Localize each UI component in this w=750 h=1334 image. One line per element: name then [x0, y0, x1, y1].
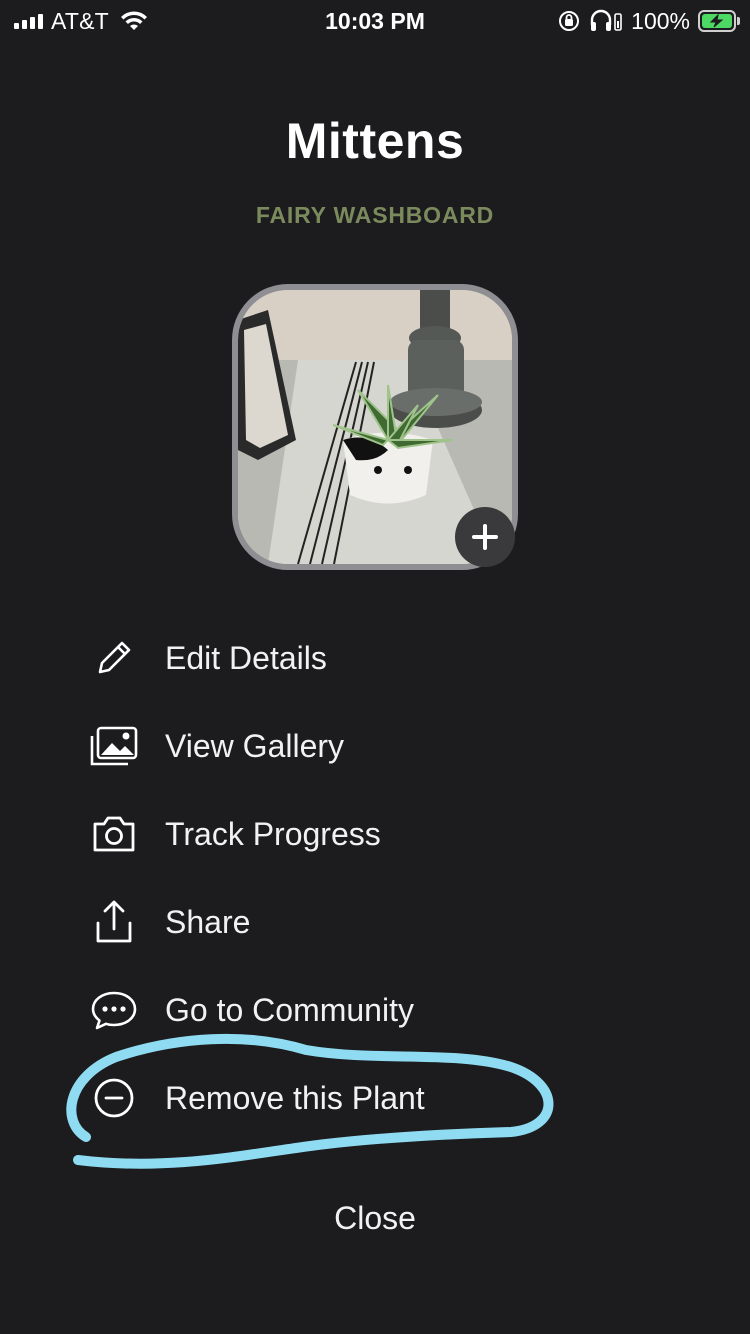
menu-item-go-to-community[interactable]: Go to Community	[88, 966, 648, 1054]
menu-item-share[interactable]: Share	[88, 878, 648, 966]
menu-item-track-progress[interactable]: Track Progress	[88, 790, 648, 878]
plus-icon	[472, 524, 498, 550]
menu-item-label: Edit Details	[165, 639, 327, 676]
chat-bubble-icon	[88, 984, 140, 1036]
menu-item-view-gallery[interactable]: View Gallery	[88, 702, 648, 790]
pencil-icon	[88, 632, 140, 684]
add-photo-button[interactable]	[455, 507, 515, 567]
menu-item-label: Share	[165, 903, 251, 940]
plant-name: Mittens	[285, 113, 465, 169]
menu-item-label: Remove this Plant	[165, 1079, 425, 1116]
plant-species: FAIRY WASHBOARD	[255, 202, 495, 228]
camera-icon	[88, 808, 140, 860]
headphones-icon	[590, 9, 622, 31]
close-button[interactable]: Close	[275, 1190, 475, 1246]
menu-item-edit-details[interactable]: Edit Details	[88, 614, 648, 702]
battery-charging-icon	[698, 10, 740, 32]
share-icon	[88, 896, 140, 948]
menu-item-label: View Gallery	[165, 727, 345, 764]
gallery-icon	[88, 720, 140, 772]
menu-item-label: Track Progress	[165, 815, 381, 852]
orientation-lock-icon	[559, 11, 580, 31]
battery-percent: 100%	[631, 7, 690, 34]
status-bar: AT&T 10:03 PM 100%	[0, 0, 750, 44]
menu-item-label: Go to Community	[165, 991, 414, 1028]
menu-item-remove-plant[interactable]: Remove this Plant	[88, 1054, 648, 1142]
minus-circle-icon	[88, 1072, 140, 1124]
